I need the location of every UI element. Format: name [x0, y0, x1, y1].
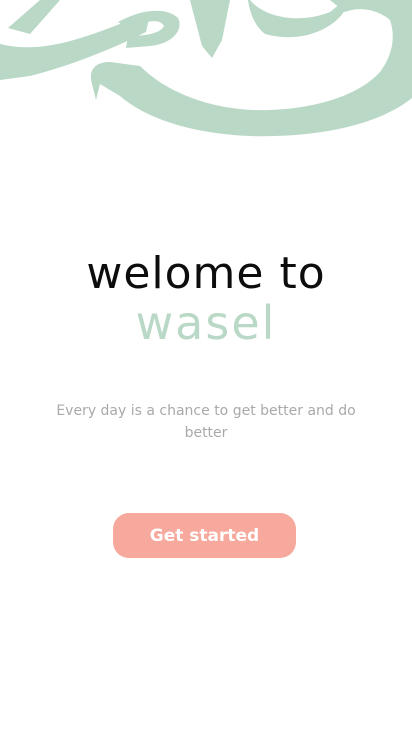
welcome-title: welome to [86, 248, 326, 299]
get-started-button[interactable]: Get started [113, 513, 296, 558]
brand-name: wasel [135, 296, 277, 350]
calligraphy-decoration-icon [0, 0, 412, 137]
tagline-text: Every day is a chance to get better and … [56, 403, 356, 441]
